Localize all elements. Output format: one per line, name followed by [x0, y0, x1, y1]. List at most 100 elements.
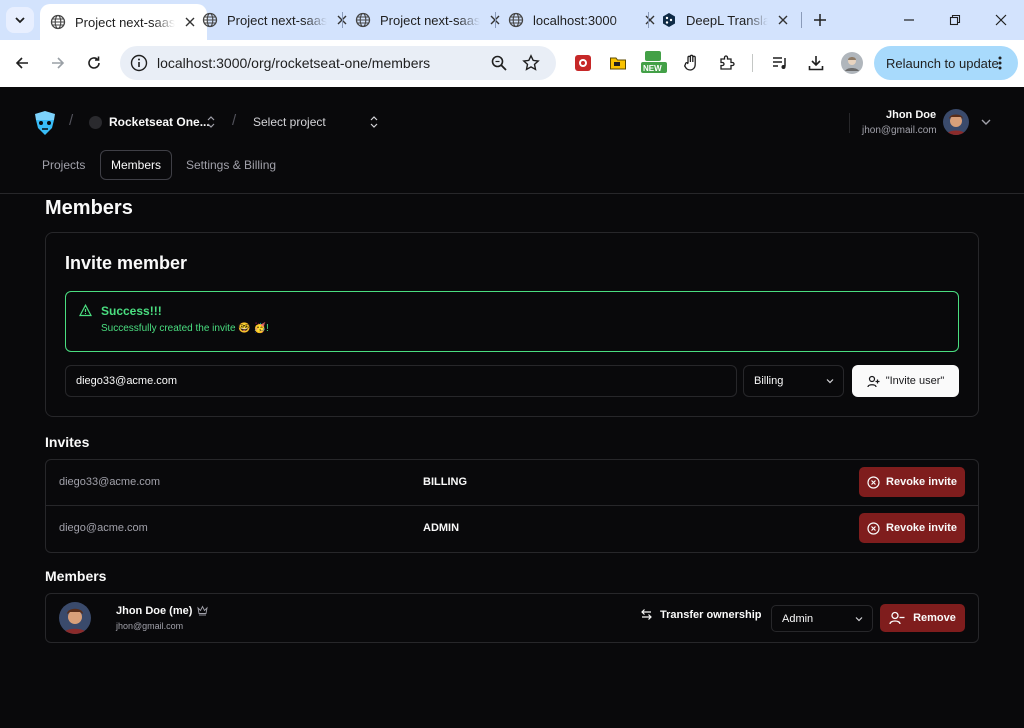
user-plus-icon: [867, 375, 880, 387]
header-divider: [849, 113, 850, 133]
invite-role: ADMIN: [423, 522, 460, 534]
media-controls-button[interactable]: [768, 51, 792, 75]
remove-member-button[interactable]: Remove: [880, 604, 965, 632]
minimize-button[interactable]: [897, 8, 921, 32]
browser-toolbar: localhost:3000/org/rocketseat-one/member…: [0, 40, 1024, 87]
folder-icon: [610, 57, 626, 70]
members-table: Jhon Doe (me) jhon@gmail.com Transfer ow…: [45, 593, 979, 643]
invite-user-label: "Invite user": [885, 375, 945, 387]
tab-title: Project next-saas: [380, 12, 480, 28]
project-switcher[interactable]: Select project: [253, 115, 326, 129]
close-icon: [995, 14, 1007, 26]
user-email: jhon@gmail.com: [862, 125, 937, 136]
user-avatar[interactable]: [943, 109, 969, 135]
relaunch-button[interactable]: Relaunch to update: [874, 46, 1018, 80]
profile-button[interactable]: [840, 51, 864, 75]
browser-tab-3[interactable]: Project next-saas: [345, 4, 512, 36]
chevrons-up-down-icon[interactable]: [206, 115, 216, 129]
card-title: Invite member: [65, 253, 188, 273]
globe-icon: [355, 12, 371, 28]
invite-email-input[interactable]: [65, 365, 737, 397]
table-row: Jhon Doe (me) jhon@gmail.com Transfer ow…: [46, 594, 978, 642]
tab-title: Project next-saas: [227, 12, 327, 28]
new-badge: NEW: [643, 64, 662, 73]
user-name: Jhon Doe: [886, 109, 937, 121]
revoke-invite-label: Revoke invite: [886, 476, 957, 488]
tab-separator: [342, 12, 343, 28]
chevron-down-icon[interactable]: [980, 116, 992, 128]
browser-tab-strip: Project next-saas Project next-saas Proj…: [0, 0, 1024, 40]
globe-icon: [202, 12, 218, 28]
browser-tab-1[interactable]: Project next-saas: [40, 4, 207, 40]
globe-icon: [508, 12, 524, 28]
url-text: localhost:3000/org/rocketseat-one/member…: [157, 55, 431, 71]
site-info-icon[interactable]: [130, 54, 148, 72]
downloads-button[interactable]: [804, 51, 828, 75]
member-name: Jhon Doe (me): [116, 605, 193, 617]
deepl-logo-icon: [663, 13, 675, 27]
extension-4[interactable]: [679, 51, 703, 75]
address-bar[interactable]: localhost:3000/org/rocketseat-one/member…: [120, 46, 556, 80]
transfer-ownership-label: Transfer ownership: [660, 608, 762, 621]
new-tab-button[interactable]: [808, 8, 832, 32]
forward-button[interactable]: [45, 50, 71, 76]
restore-button[interactable]: [943, 8, 967, 32]
tab-title: localhost:3000: [533, 12, 635, 28]
nav-settings-billing[interactable]: Settings & Billing: [176, 150, 286, 180]
browser-tab-5[interactable]: DeepL Translate: [651, 4, 800, 36]
puzzle-icon: [720, 55, 735, 70]
transfer-ownership-button[interactable]: Transfer ownership: [640, 608, 761, 621]
reload-button[interactable]: [81, 50, 107, 76]
extension-2[interactable]: [606, 51, 630, 75]
warning-triangle-icon: [79, 304, 92, 317]
breadcrumb-separator: /: [232, 112, 237, 129]
relaunch-label: Relaunch to update: [886, 55, 999, 71]
chevron-down-icon: [826, 379, 834, 384]
extension-badge-icon: [575, 55, 591, 71]
browser-tab-2[interactable]: Project next-saas: [192, 4, 359, 36]
close-window-button[interactable]: [989, 8, 1013, 32]
member-avatar: [59, 602, 91, 634]
members-title: Members: [45, 568, 107, 584]
invite-member-card: Invite member Success!!! Successfully cr…: [45, 232, 979, 417]
revoke-invite-label: Revoke invite: [886, 522, 957, 534]
toolbar-separator: [752, 54, 753, 72]
member-role-select[interactable]: Admin: [771, 605, 873, 632]
user-minus-icon: [889, 611, 905, 625]
minimize-icon: [904, 19, 914, 21]
extension-3[interactable]: NEW: [640, 51, 668, 75]
nav-members[interactable]: Members: [100, 150, 173, 180]
tab-separator: [648, 12, 649, 28]
org-avatar: [89, 116, 102, 129]
app-header: / Rocketseat One... / Select project Jho…: [0, 87, 1024, 194]
bookmark-star-icon[interactable]: [522, 54, 540, 72]
playlist-icon: [773, 57, 786, 69]
restore-icon: [949, 14, 961, 26]
app-logo-icon[interactable]: [33, 110, 57, 136]
back-button[interactable]: [9, 50, 35, 76]
arrow-right-icon: [52, 57, 65, 69]
member-role-value: Admin: [782, 612, 814, 625]
avatar-photo: [943, 109, 969, 135]
org-switcher[interactable]: Rocketseat One...: [109, 115, 210, 129]
chevron-down-icon: [855, 617, 863, 622]
invite-email: diego@acme.com: [59, 522, 148, 534]
table-row: diego@acme.com ADMIN Revoke invite: [46, 506, 978, 552]
invites-table: diego33@acme.com BILLING Revoke invite d…: [45, 459, 979, 553]
tab-search-button[interactable]: [6, 7, 34, 33]
revoke-invite-button[interactable]: Revoke invite: [859, 513, 965, 543]
success-alert: Success!!! Successfully created the invi…: [65, 291, 959, 352]
extensions-button[interactable]: [715, 51, 739, 75]
x-circle-icon: [867, 521, 880, 535]
chevrons-up-down-icon[interactable]: [369, 115, 379, 129]
nav-projects[interactable]: Projects: [32, 150, 95, 180]
extension-1[interactable]: [571, 51, 595, 75]
invite-role-select[interactable]: Billing: [743, 365, 844, 397]
tab-separator: [801, 12, 802, 28]
close-tab-icon[interactable]: [776, 13, 790, 27]
invite-user-button[interactable]: "Invite user": [852, 365, 959, 397]
breadcrumb-separator: /: [69, 112, 74, 129]
revoke-invite-button[interactable]: Revoke invite: [859, 467, 965, 497]
browser-tab-4[interactable]: localhost:3000: [498, 4, 667, 36]
zoom-icon[interactable]: [490, 54, 508, 72]
